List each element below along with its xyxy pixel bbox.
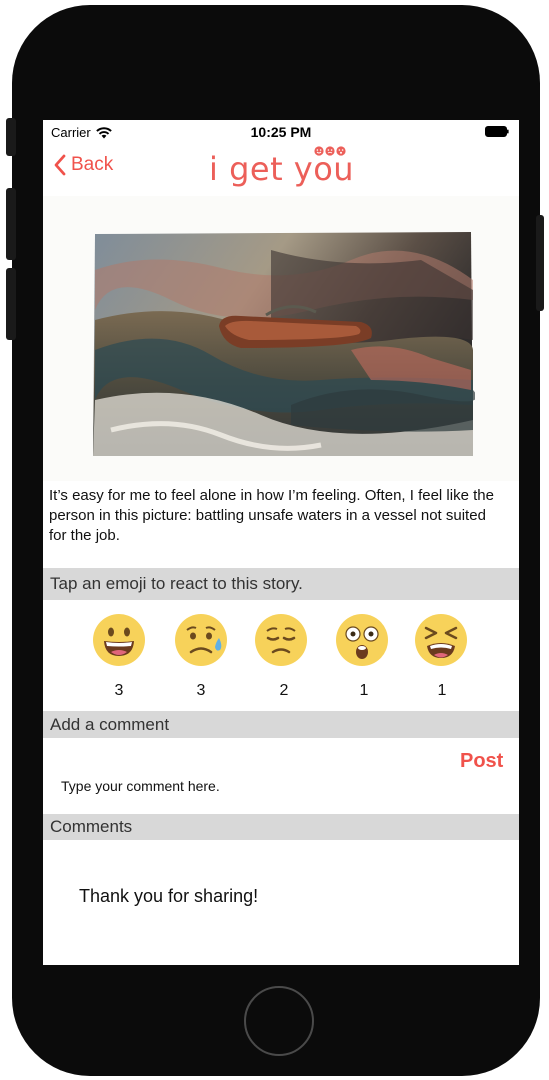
logo-faces-icon xyxy=(314,146,346,156)
comment-input[interactable] xyxy=(43,738,443,812)
status-bar: Carrier 10:25 PM xyxy=(43,120,519,144)
volume-down-button xyxy=(6,268,16,340)
emoji-reactions: 3 3 2 1 1 xyxy=(43,606,519,710)
battery-icon xyxy=(485,126,509,137)
comment-item: Thank you for sharing! xyxy=(79,886,259,906)
home-button[interactable] xyxy=(244,986,314,1056)
sad-sweat-face-icon[interactable] xyxy=(173,612,229,668)
astonished-face-icon[interactable] xyxy=(334,612,390,668)
chevron-left-icon xyxy=(54,154,66,176)
reaction-count-sad-sweat: 3 xyxy=(196,682,206,699)
story-image-area xyxy=(43,196,519,481)
comments-header: Comments xyxy=(43,814,519,840)
tired-face-icon[interactable] xyxy=(413,612,469,668)
mute-switch xyxy=(6,118,16,156)
add-comment-header: Add a comment xyxy=(43,711,519,738)
grinning-face-icon[interactable] xyxy=(91,612,147,668)
back-button[interactable]: Back xyxy=(53,154,113,176)
reaction-count-tired: 1 xyxy=(437,682,447,699)
reaction-count-astonished: 1 xyxy=(359,682,369,699)
pensive-face-icon[interactable] xyxy=(253,612,309,668)
reaction-count-grinning: 3 xyxy=(114,682,124,699)
story-painting-image xyxy=(93,232,475,456)
app-screen: Carrier 10:25 PM Back i get you It’s eas… xyxy=(43,120,519,965)
status-time: 10:25 PM xyxy=(250,124,312,140)
power-button xyxy=(536,215,544,311)
story-text: It’s easy for me to feel alone in how I’… xyxy=(49,487,494,544)
reaction-count-pensive: 2 xyxy=(279,682,289,699)
navigation-bar: Back i get you xyxy=(43,144,519,190)
volume-up-button xyxy=(6,188,16,260)
reaction-header: Tap an emoji to react to this story. xyxy=(43,568,519,600)
post-button[interactable]: Post xyxy=(460,750,503,773)
back-label: Back xyxy=(71,154,114,175)
